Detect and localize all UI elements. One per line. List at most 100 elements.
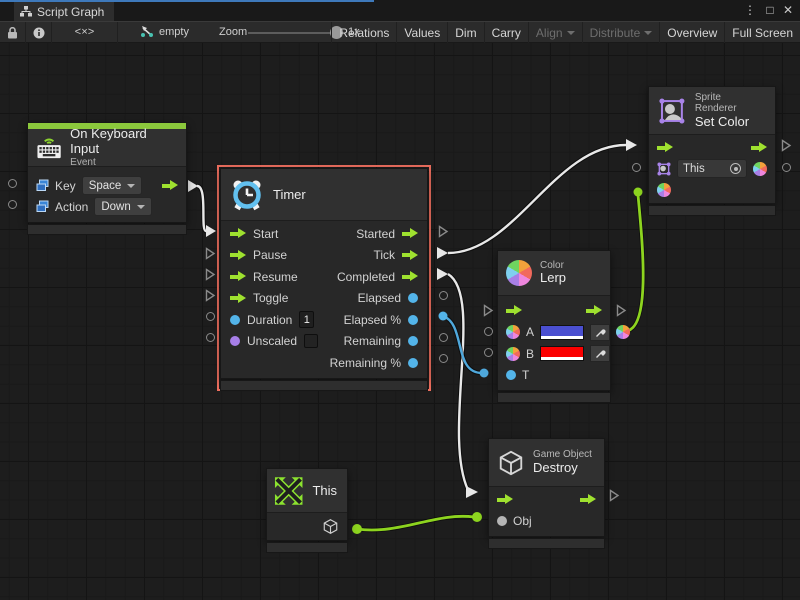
remaining-pct-label: Remaining %: [330, 356, 401, 370]
a-color-swatch[interactable]: [540, 325, 584, 340]
align-dropdown[interactable]: Align: [528, 22, 582, 43]
b-label: B: [526, 347, 534, 361]
sprite-port-icon[interactable]: [657, 162, 671, 176]
flow-out-port[interactable]: [586, 305, 602, 316]
target-outer-port[interactable]: [632, 163, 641, 172]
lerp-flow-in-outer-port[interactable]: [483, 304, 494, 317]
code-toggle-button[interactable]: <×>: [52, 22, 118, 43]
align-label: Align: [536, 26, 563, 40]
flow-in-port[interactable]: [506, 305, 522, 316]
started-outer-port[interactable]: [438, 225, 449, 238]
node-header[interactable]: Timer: [221, 169, 427, 221]
info-button[interactable]: [26, 22, 52, 43]
node-destroy[interactable]: Game Object Destroy Obj: [488, 438, 605, 537]
color-out-port[interactable]: [753, 162, 767, 176]
carry-button[interactable]: Carry: [484, 22, 528, 43]
node-set-color[interactable]: Sprite Renderer Set Color This: [648, 86, 776, 204]
pause-outer-port[interactable]: [205, 247, 216, 260]
node-body: [267, 513, 347, 540]
elapsed-pct-port[interactable]: [408, 315, 418, 325]
start-port[interactable]: [230, 228, 246, 239]
elapsed-port[interactable]: [408, 293, 418, 303]
color-out-outer-port[interactable]: [782, 163, 791, 172]
remaining-pct-port[interactable]: [408, 358, 418, 368]
close-icon[interactable]: ✕: [780, 2, 796, 18]
node-header[interactable]: On Keyboard Input Event: [28, 129, 186, 167]
key-dropdown[interactable]: Space: [82, 176, 143, 195]
color-icon: [506, 260, 532, 286]
remaining-outer-port[interactable]: [439, 333, 448, 342]
zoom-slider-track[interactable]: [248, 32, 340, 34]
b-outer-port[interactable]: [484, 348, 493, 357]
values-button[interactable]: Values: [396, 22, 447, 43]
relations-button[interactable]: Relations: [331, 22, 396, 43]
t-port[interactable]: [506, 370, 516, 380]
chevron-down-icon: [567, 31, 575, 35]
action-dropdown[interactable]: Down: [94, 197, 151, 216]
lock-icon: [7, 27, 18, 39]
node-subtitle: Event: [70, 157, 176, 169]
destroy-flow-out-outer-port[interactable]: [609, 489, 620, 502]
node-this[interactable]: This: [266, 468, 348, 541]
completed-port[interactable]: [402, 271, 418, 282]
resume-outer-port[interactable]: [205, 268, 216, 281]
node-color-lerp[interactable]: Color Lerp A B: [497, 250, 611, 391]
title-bar: Script Graph ⋮ □ ✕: [0, 0, 800, 21]
elapsed-outer-port[interactable]: [439, 291, 448, 300]
overview-button[interactable]: Overview: [659, 22, 724, 43]
node-header[interactable]: Color Lerp: [498, 251, 610, 296]
maximize-icon[interactable]: □: [762, 2, 778, 18]
unscaled-port[interactable]: [230, 336, 240, 346]
game-object-out-port[interactable]: [322, 518, 339, 535]
chevron-down-icon: [644, 31, 652, 35]
started-port[interactable]: [402, 228, 418, 239]
eyedropper-icon[interactable]: [590, 324, 610, 341]
flow-in-port[interactable]: [657, 142, 673, 153]
fullscreen-button[interactable]: Full Screen: [724, 22, 800, 43]
flow-in-port[interactable]: [497, 494, 513, 505]
node-timer[interactable]: Timer Start Pause Resume Toggle Duration…: [220, 168, 428, 379]
lerp-flow-out-outer-port[interactable]: [616, 304, 627, 317]
key-outer-port[interactable]: [8, 179, 17, 188]
tick-port[interactable]: [402, 250, 418, 261]
node-footer: [497, 392, 611, 403]
a-port[interactable]: [506, 325, 520, 339]
flow-out-port[interactable]: [580, 494, 596, 505]
window-menu-icon[interactable]: ⋮: [742, 2, 758, 18]
trigger-out-port[interactable]: [162, 180, 178, 191]
node-footer: [266, 542, 348, 553]
unscaled-outer-port[interactable]: [206, 333, 215, 342]
timer-icon: [229, 178, 265, 212]
toggle-outer-port[interactable]: [205, 289, 216, 302]
duration-outer-port[interactable]: [206, 312, 215, 321]
flow-out-port[interactable]: [751, 142, 767, 153]
b-port[interactable]: [506, 347, 520, 361]
pause-port[interactable]: [230, 250, 246, 261]
node-on-keyboard-input[interactable]: On Keyboard Input Event Key Space: [27, 122, 187, 223]
flow-out-outer-port[interactable]: [781, 139, 792, 152]
action-outer-port[interactable]: [8, 200, 17, 209]
toggle-port[interactable]: [230, 293, 246, 304]
remaining-pct-outer-port[interactable]: [439, 354, 448, 363]
b-color-swatch[interactable]: [540, 346, 584, 361]
resume-port[interactable]: [230, 271, 246, 282]
target-object-field[interactable]: This: [677, 159, 747, 178]
node-header[interactable]: Sprite Renderer Set Color: [649, 87, 775, 135]
result-port[interactable]: [616, 325, 630, 339]
color-in-port[interactable]: [657, 183, 671, 197]
duration-port[interactable]: [230, 315, 240, 325]
node-header[interactable]: Game Object Destroy: [489, 439, 604, 487]
dim-button[interactable]: Dim: [447, 22, 483, 43]
graph-reference[interactable]: empty: [140, 25, 189, 38]
distribute-dropdown[interactable]: Distribute: [582, 22, 660, 43]
a-outer-port[interactable]: [484, 327, 493, 336]
lock-button[interactable]: [0, 22, 26, 43]
graph-canvas[interactable]: On Keyboard Input Event Key Space: [0, 43, 800, 600]
object-picker-icon[interactable]: [730, 163, 741, 174]
remaining-port[interactable]: [408, 336, 418, 346]
node-header[interactable]: This: [267, 469, 347, 513]
eyedropper-icon[interactable]: [590, 345, 610, 362]
node-footer: [648, 205, 776, 216]
tab-script-graph[interactable]: Script Graph: [14, 2, 114, 21]
obj-port[interactable]: [497, 516, 507, 526]
